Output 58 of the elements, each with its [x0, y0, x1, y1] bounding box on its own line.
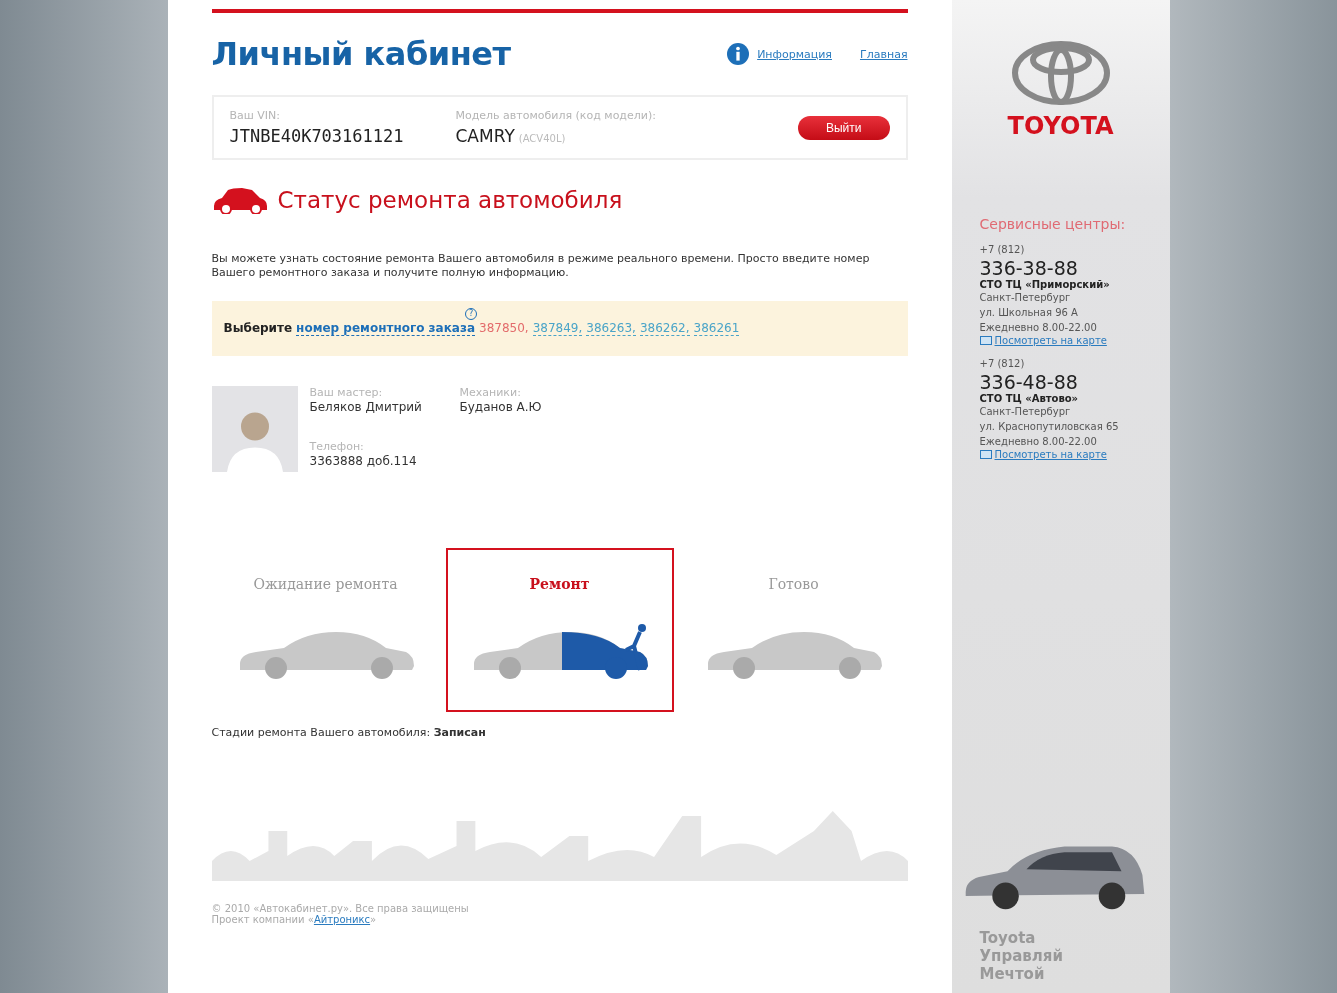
map-link[interactable]: Посмотреть на карте	[994, 335, 1107, 346]
slogan-text: Toyota	[979, 929, 1037, 947]
order-number-link[interactable]: 387850,	[479, 320, 529, 336]
map-icon	[979, 449, 992, 460]
center-city: Санкт-Петербург	[979, 405, 1072, 419]
project-text: Проект компании «Айтроникс»	[211, 913, 378, 925]
center-city: Санкт-Петербург	[979, 291, 1072, 305]
phone-code: +7 (812)	[979, 243, 1026, 257]
nav-link[interactable]: Информация	[757, 47, 832, 61]
order-number-link[interactable]: 386263,	[586, 320, 636, 336]
model-code: (ACV40L)	[518, 133, 566, 144]
master-name: Беляков Дмитрий	[309, 399, 423, 414]
company-link[interactable]: Айтроникс	[313, 913, 371, 925]
section-title: Статус ремонта автомобиля	[277, 187, 623, 213]
center-name: СТО ТЦ «Автово»	[979, 393, 1080, 404]
stage-card[interactable]: Ремонт	[445, 547, 674, 712]
brand-name: TOYOTA	[1007, 112, 1114, 140]
stage-label: Ожидание ремонта	[253, 575, 398, 592]
service-title: Сервисные центры:	[979, 216, 1127, 232]
stage-label: Готово	[768, 575, 819, 592]
center-name: СТО ТЦ «Приморский»	[979, 279, 1111, 290]
order-number-link[interactable]: номер ремонтного заказа	[296, 321, 475, 337]
copyright-text: © 2010 «Автокабинет.ру». Все права защищены	[211, 902, 470, 914]
logout-button[interactable]: Выйти	[797, 115, 890, 140]
phone-number: 336-38-88	[979, 257, 1079, 279]
phone-code: +7 (812)	[979, 357, 1026, 371]
stage-card[interactable]: Ожидание ремонта	[211, 547, 440, 712]
phone-label: Телефон:	[309, 439, 365, 453]
order-label: Выберите	[223, 321, 293, 336]
vin-value: JTNBE40K703161121	[229, 126, 404, 146]
center-hours: Ежедневно 8.00-22.00	[979, 435, 1098, 449]
nav-link[interactable]: Главная	[860, 47, 908, 61]
stage-status-text: Стадии ремонта Вашего автомобиля: Записан	[211, 725, 487, 739]
mechanic-name: Буданов А.Ю	[459, 399, 543, 414]
stage-card[interactable]: Готово	[679, 547, 908, 712]
map-icon	[979, 335, 992, 346]
car-icon	[211, 186, 268, 214]
stage-label: Ремонт	[529, 575, 590, 592]
center-street: ул. Краснопутиловская 65	[979, 420, 1120, 434]
slogan-text: Мечтой	[979, 965, 1046, 983]
model-label: Модель автомобиля (код модели):	[455, 109, 656, 122]
page-title: Личный кабинет	[211, 35, 511, 73]
order-number-link[interactable]: 387849,	[532, 320, 583, 336]
model-value: CAMRY	[455, 126, 515, 146]
mechanic-label: Механики:	[459, 385, 522, 399]
center-street: ул. Школьная 96 А	[979, 306, 1079, 320]
brand-emblem-icon	[1010, 40, 1111, 106]
master-label: Ваш мастер:	[309, 385, 384, 399]
description-text: Вы можете узнать состояние ремонта Вашего автомобиля в режиме реального времени. Просто введите номер Вашего ремонтного заказа и получите полную информацию.	[211, 252, 871, 281]
info-icon	[727, 43, 750, 65]
phone-value: 3363888 доб.114	[309, 453, 418, 468]
order-number-link[interactable]: 386261	[693, 320, 740, 336]
phone-number: 336-48-88	[979, 371, 1079, 393]
slogan-text: Управляй	[979, 947, 1064, 965]
order-number-link[interactable]: 386262,	[639, 320, 690, 336]
center-hours: Ежедневно 8.00-22.00	[979, 321, 1098, 335]
map-link[interactable]: Посмотреть на карте	[994, 449, 1107, 460]
vin-label: Ваш VIN:	[229, 109, 282, 122]
